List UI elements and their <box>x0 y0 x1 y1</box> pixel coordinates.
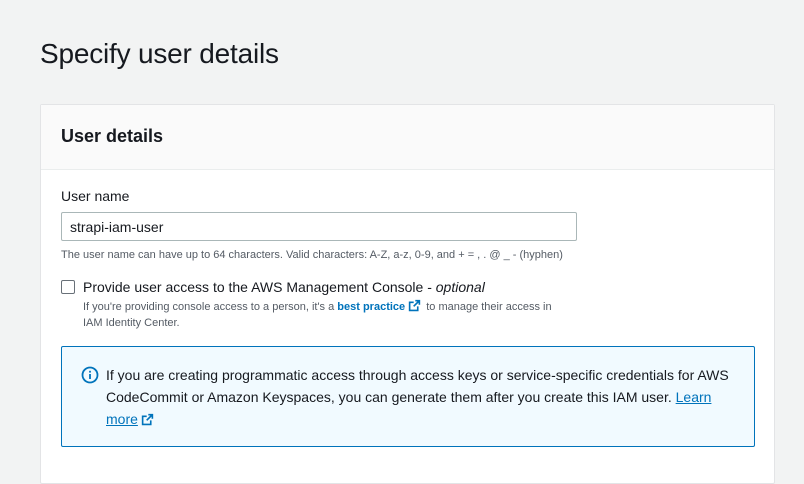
console-access-desc-before: If you're providing console access to a … <box>83 301 338 313</box>
info-alert-text: If you are creating programmatic access … <box>106 364 736 430</box>
user-details-container: User details User name The user name can… <box>40 104 775 484</box>
page-title: Specify user details <box>40 38 279 69</box>
section-title: User details <box>61 126 164 146</box>
user-name-label: User name <box>61 188 130 204</box>
info-icon <box>81 366 99 384</box>
container-header: User details <box>41 105 774 170</box>
external-link-icon <box>141 413 154 426</box>
console-access-label[interactable]: Provide user access to the AWS Managemen… <box>83 279 485 295</box>
external-link-icon <box>408 299 421 312</box>
user-name-constraint: The user name can have up to 64 characte… <box>61 249 563 261</box>
console-access-description: If you're providing console access to a … <box>83 299 563 331</box>
console-access-label-text: Provide user access to the AWS Managemen… <box>83 279 436 295</box>
optional-tag: optional <box>435 279 485 295</box>
best-practice-link[interactable]: best practice <box>337 299 423 313</box>
user-name-input[interactable] <box>61 212 577 241</box>
info-alert: If you are creating programmatic access … <box>61 346 755 447</box>
console-access-checkbox[interactable] <box>61 280 75 294</box>
best-practice-link-text: best practice <box>337 301 406 313</box>
info-alert-message: If you are creating programmatic access … <box>106 367 729 405</box>
